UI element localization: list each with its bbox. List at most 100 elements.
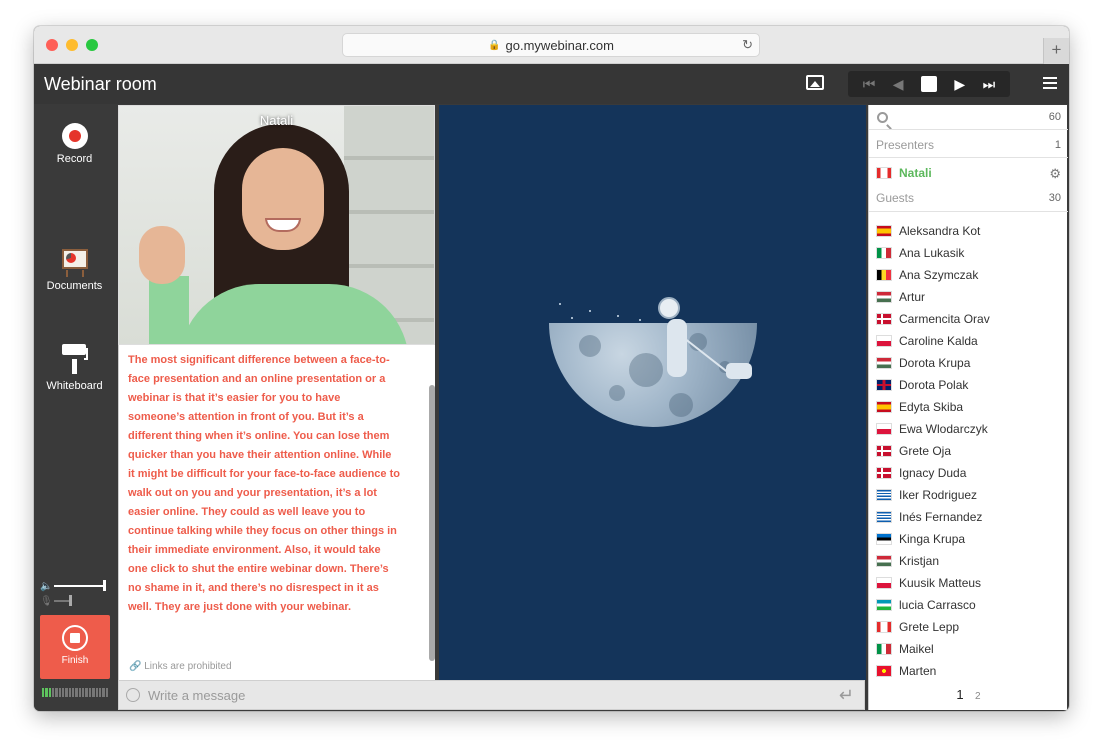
guest-item[interactable]: Iker Rodriguez [876,484,1062,506]
guest-name: Maikel [899,642,934,656]
link-icon: 🔗 [129,661,145,672]
flag-icon [876,423,892,435]
skip-end-icon[interactable]: ⏭ [983,76,996,93]
flag-icon [876,599,892,611]
guest-name: Marten [899,664,937,678]
guest-name: Ewa Wlodarczyk [899,422,988,436]
reload-icon[interactable]: ↻ [742,37,753,53]
gear-icon[interactable]: ⚙ [1049,166,1061,182]
guest-item[interactable]: Edyta Skiba [876,396,1062,418]
image-icon[interactable] [806,75,824,90]
guest-name: Grete Lepp [899,620,960,634]
guest-item[interactable]: Aleksandra Kot [876,220,1062,242]
guest-name: Dorota Krupa [899,356,971,370]
astronaut-illustration [658,297,680,319]
guest-item[interactable]: Marten [876,660,1062,682]
finish-button[interactable]: Finish [40,615,110,679]
paint-roller-icon [60,342,90,376]
finish-label: Finish [61,655,89,666]
links-prohibited-note: 🔗 Links are prohibited [129,661,232,672]
guest-item[interactable]: Kristjan [876,550,1062,572]
presentation-slide [439,105,866,680]
message-input[interactable]: Write a message [148,688,245,703]
flag-icon [876,665,892,677]
mic-volume-knob[interactable] [69,595,73,606]
menu-icon[interactable] [1043,77,1057,92]
record-icon [61,123,88,149]
presenters-count: 1 [1054,139,1061,151]
flag-icon [876,247,892,259]
guest-item[interactable]: Caroline Kalda [876,330,1062,352]
guest-item[interactable]: lucia Carrasco [876,594,1062,616]
guest-item[interactable]: Kinga Krupa [876,528,1062,550]
record-label: Record [56,153,93,165]
flag-icon [876,291,892,303]
guest-item[interactable]: Grete Oja [876,440,1062,462]
flag-icon [876,269,892,281]
guest-name: Grete Oja [899,444,952,458]
skip-start-icon[interactable]: ⏮ [863,76,876,93]
browser-window: 🔒 go.mywebinar.com ↻ + Webinar room ⏮ ◀ … [34,26,1069,711]
chat-panel: The most significant difference between … [118,345,435,680]
flag-icon [876,313,892,325]
guest-name: Ignacy Duda [899,466,967,480]
guest-item[interactable]: Carmencita Orav [876,308,1062,330]
pagination: 1 2 [869,687,1068,702]
guest-item[interactable]: Kuusik Matteus [876,572,1062,594]
guests-heading: Guests [876,191,915,205]
address-bar[interactable]: 🔒 go.mywebinar.com ↻ [342,33,760,57]
guest-item[interactable]: Inés Fernandez [876,506,1062,528]
guest-item[interactable]: Ana Szymczak [876,264,1062,286]
flag-icon [876,577,892,589]
guest-name: Ana Lukasik [899,246,965,260]
guest-name: Caroline Kalda [899,334,978,348]
guest-item[interactable]: Maikel [876,638,1062,660]
guest-name: Inés Fernandez [899,510,983,524]
documents-label: Documents [46,280,103,292]
stop-icon[interactable] [920,76,937,92]
speaker-volume-knob[interactable] [103,580,106,591]
emoji-icon[interactable] [126,688,140,702]
presenters-heading: Presenters [876,138,935,152]
presenter-item[interactable]: Natali [876,166,932,180]
close-window-button[interactable] [46,39,58,51]
guests-count: 30 [1048,192,1061,204]
minimize-window-button[interactable] [66,39,78,51]
guest-item[interactable]: Artur [876,286,1062,308]
chat-scrollbar[interactable] [429,385,435,661]
links-prohibited-label: Links are prohibited [144,661,232,672]
lock-icon: 🔒 [488,39,501,51]
guest-name: Artur [899,290,926,304]
app-title: Webinar room [44,74,157,94]
guest-item[interactable]: Dorota Polak [876,374,1062,396]
flag-icon [876,379,892,391]
guest-name: Aleksandra Kot [899,224,981,238]
send-enter-icon[interactable]: ↵ [839,685,854,706]
record-button[interactable]: Record [34,123,115,165]
mic-volume-slider[interactable]: 🎙 [40,594,110,608]
audio-level-meter [42,688,108,697]
guest-item[interactable]: Ewa Wlodarczyk [876,418,1062,440]
flag-icon [876,401,892,413]
guest-item[interactable]: Grete Lepp [876,616,1062,638]
guest-list: Aleksandra Kot Ana Lukasik Ana Szymczak Art… [876,220,1062,682]
guest-item[interactable]: Ana Lukasik [876,242,1062,264]
page-1[interactable]: 1 [956,687,963,702]
page-2[interactable]: 2 [975,691,981,702]
presenter-name: Natali [899,166,932,180]
flag-icon [876,555,892,567]
search-icon[interactable] [877,112,888,123]
guest-item[interactable]: Dorota Krupa [876,352,1062,374]
guest-item[interactable]: Ignacy Duda [876,462,1062,484]
zoom-window-button[interactable] [86,39,98,51]
documents-button[interactable]: Documents [34,246,115,292]
message-input-bar[interactable]: Write a message ↵ [118,680,865,710]
media-player-controls: ⏮ ◀ ▶ ⏭ [848,71,1010,97]
speaker-volume-slider[interactable]: 🔈 [40,579,110,593]
presenter-video: Natali [118,105,435,345]
participants-total: 60 [1048,111,1061,123]
step-back-icon[interactable]: ◀ [893,76,904,93]
new-tab-button[interactable]: + [1043,38,1069,64]
whiteboard-button[interactable]: Whiteboard [34,342,115,392]
play-icon[interactable]: ▶ [954,76,965,93]
